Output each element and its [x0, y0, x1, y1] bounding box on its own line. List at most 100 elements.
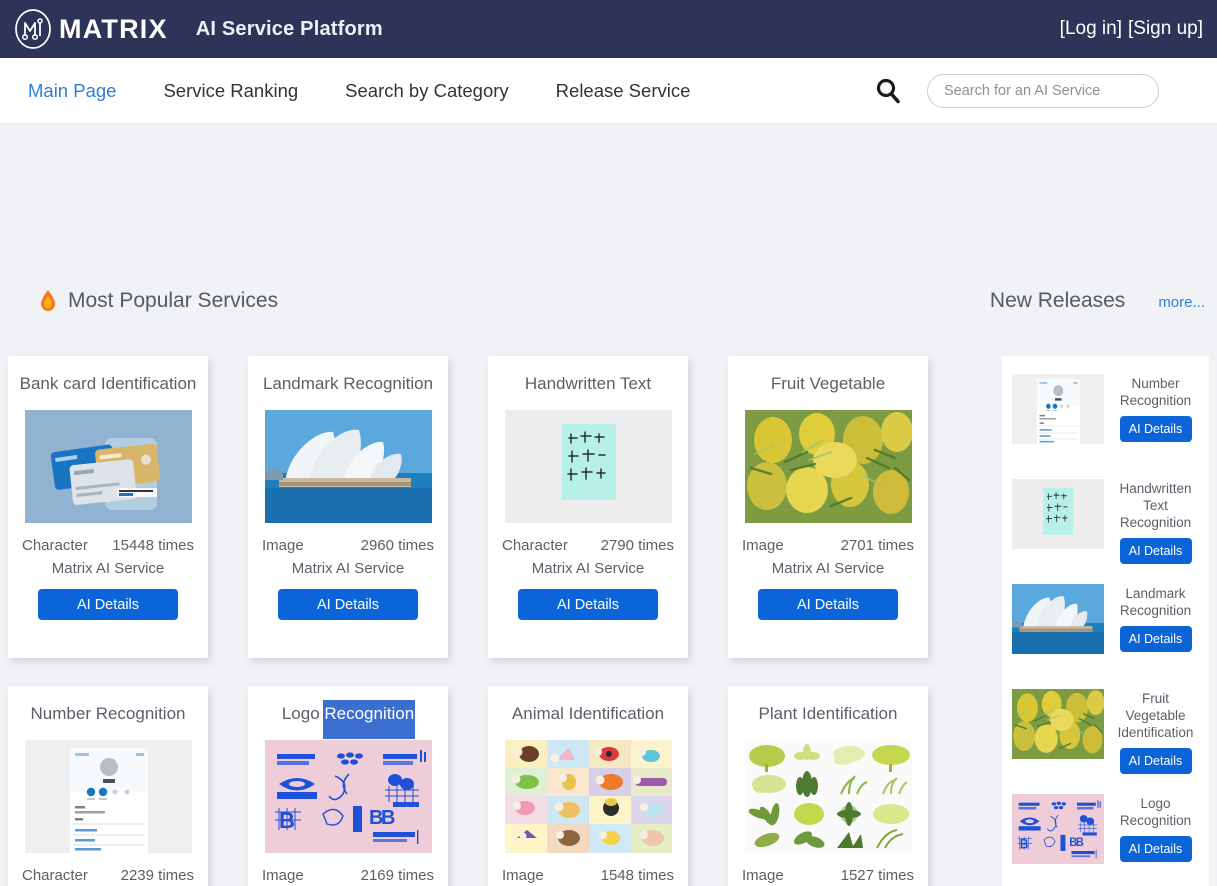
- service-card-title: Plant Identification: [759, 704, 898, 726]
- new-release-label: Landmark Recognition: [1119, 586, 1192, 618]
- ai-details-button[interactable]: AI Details: [1119, 625, 1192, 652]
- new-release-label: Number Recognition: [1119, 376, 1192, 408]
- service-card-title-text: Fruit Vegetable: [770, 374, 886, 393]
- service-card-grid: Bank card Identification Character 15448…: [8, 356, 936, 886]
- service-card-title: Landmark Recognition: [263, 374, 433, 396]
- service-type: Image: [262, 867, 304, 884]
- svg-text:B: B: [381, 807, 395, 829]
- auth-links: [Log in] [Sign up]: [1060, 18, 1203, 40]
- service-thumbnail-plant-grid: [744, 740, 912, 853]
- service-card[interactable]: Number Recognition Character 2239 times: [8, 686, 208, 886]
- service-meta: Character 2790 times: [500, 537, 676, 554]
- service-type: Character: [22, 537, 88, 554]
- new-release-item[interactable]: B B B Logo Recognition AI Details: [1012, 790, 1199, 886]
- service-card-title-text: Number Recognition: [30, 704, 186, 723]
- service-card-title-text: Plant Identification: [758, 704, 898, 723]
- service-type: Image: [262, 537, 304, 554]
- new-release-thumbnail-pineapples: [1012, 689, 1104, 759]
- app-title: AI Service Platform: [195, 17, 383, 40]
- section-title-popular: Most Popular Services: [68, 289, 279, 312]
- service-thumbnail-opera-house: [264, 410, 432, 523]
- top-header-bar: MATRIX AI Service Platform [Log in] [Sig…: [0, 0, 1217, 58]
- service-card[interactable]: Fruit Vegetable Image 2701 times Matrix …: [728, 356, 928, 658]
- service-usage-count: 1527 times: [840, 867, 914, 884]
- service-vendor: Matrix AI Service: [771, 560, 885, 577]
- service-thumbnail-id-form: [24, 740, 192, 853]
- service-meta: Image 2701 times: [740, 537, 916, 554]
- service-type: Image: [502, 867, 544, 884]
- service-card-title: Fruit Vegetable: [771, 374, 885, 396]
- service-thumbnail-handwritten-note: [504, 410, 672, 523]
- ai-details-button[interactable]: AI Details: [758, 589, 898, 620]
- service-type: Character: [502, 537, 568, 554]
- service-card-title: Logo Recognition: [282, 700, 416, 739]
- service-card-title: Animal Identification: [512, 704, 664, 726]
- ai-details-button[interactable]: AI Details: [1119, 747, 1192, 774]
- section-title-new-releases: New Releases: [989, 289, 1126, 312]
- ai-details-button[interactable]: AI Details: [518, 589, 658, 620]
- service-card-title: Handwritten Text: [525, 374, 651, 396]
- new-releases-panel: Number Recognition AI Details Handwritte…: [1002, 356, 1209, 886]
- new-release-info: Fruit Vegetable Identification AI Detail…: [1112, 689, 1199, 774]
- service-type: Character: [22, 867, 88, 884]
- service-usage-count: 15448 times: [112, 537, 194, 554]
- service-meta: Character 2239 times: [20, 867, 196, 884]
- svg-text:B: B: [1076, 835, 1084, 849]
- new-releases-section-header: New Releases more...: [990, 289, 1205, 313]
- main-navigation-bar: Main Page Service Ranking Search by Cate…: [0, 58, 1217, 124]
- new-release-item[interactable]: Fruit Vegetable Identification AI Detail…: [1012, 685, 1199, 790]
- service-vendor: Matrix AI Service: [291, 560, 405, 577]
- brand-name: MATRIX: [59, 13, 168, 44]
- search-icon[interactable]: [873, 76, 903, 106]
- service-thumbnail-animal-grid: [504, 740, 672, 853]
- new-release-item[interactable]: Handwritten Text Recognition AI Details: [1012, 475, 1199, 580]
- service-card-title: Bank card Identification: [20, 374, 197, 396]
- new-release-info: Logo Recognition AI Details: [1112, 794, 1199, 862]
- new-release-item[interactable]: Landmark Recognition AI Details: [1012, 580, 1199, 685]
- service-card[interactable]: Plant Identification Image 1527 times: [728, 686, 928, 886]
- service-card[interactable]: Animal Identification Image 1548 times: [488, 686, 688, 886]
- new-release-info: Handwritten Text Recognition AI Details: [1112, 479, 1199, 564]
- service-card[interactable]: Bank card Identification Character 15448…: [8, 356, 208, 658]
- search-input[interactable]: [927, 73, 1159, 108]
- service-usage-count: 2169 times: [360, 867, 434, 884]
- nav-item-release-service[interactable]: Release Service: [556, 80, 691, 102]
- service-card[interactable]: Logo Recognition B B B Image 2169 times: [248, 686, 448, 886]
- service-meta: Image 2169 times: [260, 867, 436, 884]
- new-release-thumbnail-handwritten-note: [1012, 479, 1104, 549]
- ai-details-button[interactable]: AI Details: [278, 589, 418, 620]
- log-in-link[interactable]: [Log in]: [1060, 18, 1122, 40]
- ai-details-button[interactable]: AI Details: [1119, 835, 1192, 862]
- service-card[interactable]: Handwritten Text Character 2790 times Ma…: [488, 356, 688, 658]
- service-usage-count: 2701 times: [840, 537, 914, 554]
- ai-details-button[interactable]: AI Details: [1119, 415, 1192, 442]
- ai-details-button[interactable]: AI Details: [1119, 537, 1192, 564]
- service-meta: Image 1548 times: [500, 867, 676, 884]
- service-card-title-text: Handwritten Text: [524, 374, 652, 393]
- nav-item-service-ranking[interactable]: Service Ranking: [163, 80, 298, 102]
- new-release-label: Handwritten Text Recognition: [1119, 481, 1192, 530]
- new-release-label: Logo Recognition: [1119, 796, 1192, 828]
- service-card-title-text: Bank card Identification: [19, 374, 197, 393]
- new-release-info: Landmark Recognition AI Details: [1112, 584, 1199, 652]
- service-card-title-text: Landmark Recognition: [262, 374, 434, 393]
- service-usage-count: 2960 times: [360, 537, 434, 554]
- nav-item-main-page[interactable]: Main Page: [28, 80, 116, 102]
- page-content: Most Popular Services New Releases more.…: [0, 124, 1217, 886]
- ai-details-button[interactable]: AI Details: [38, 589, 178, 620]
- new-release-label: Fruit Vegetable Identification: [1117, 691, 1194, 740]
- service-usage-count: 1548 times: [600, 867, 674, 884]
- service-vendor: Matrix AI Service: [51, 560, 165, 577]
- more-link[interactable]: more...: [1158, 294, 1205, 311]
- new-release-thumbnail-id-form: [1012, 374, 1104, 444]
- brand-logo[interactable]: MATRIX: [12, 8, 168, 50]
- new-release-item[interactable]: Number Recognition AI Details: [1012, 370, 1199, 475]
- service-card-title: Number Recognition: [31, 704, 186, 726]
- service-thumbnail-logo-sheet: B B B: [264, 740, 432, 853]
- service-card[interactable]: Landmark Recognition Image 2960 times Ma…: [248, 356, 448, 658]
- sign-up-link[interactable]: [Sign up]: [1128, 18, 1203, 40]
- service-card-title-text: Animal Identification: [511, 704, 665, 723]
- service-vendor: Matrix AI Service: [531, 560, 645, 577]
- svg-text:B: B: [1020, 836, 1029, 852]
- nav-item-search-by-category[interactable]: Search by Category: [345, 80, 509, 102]
